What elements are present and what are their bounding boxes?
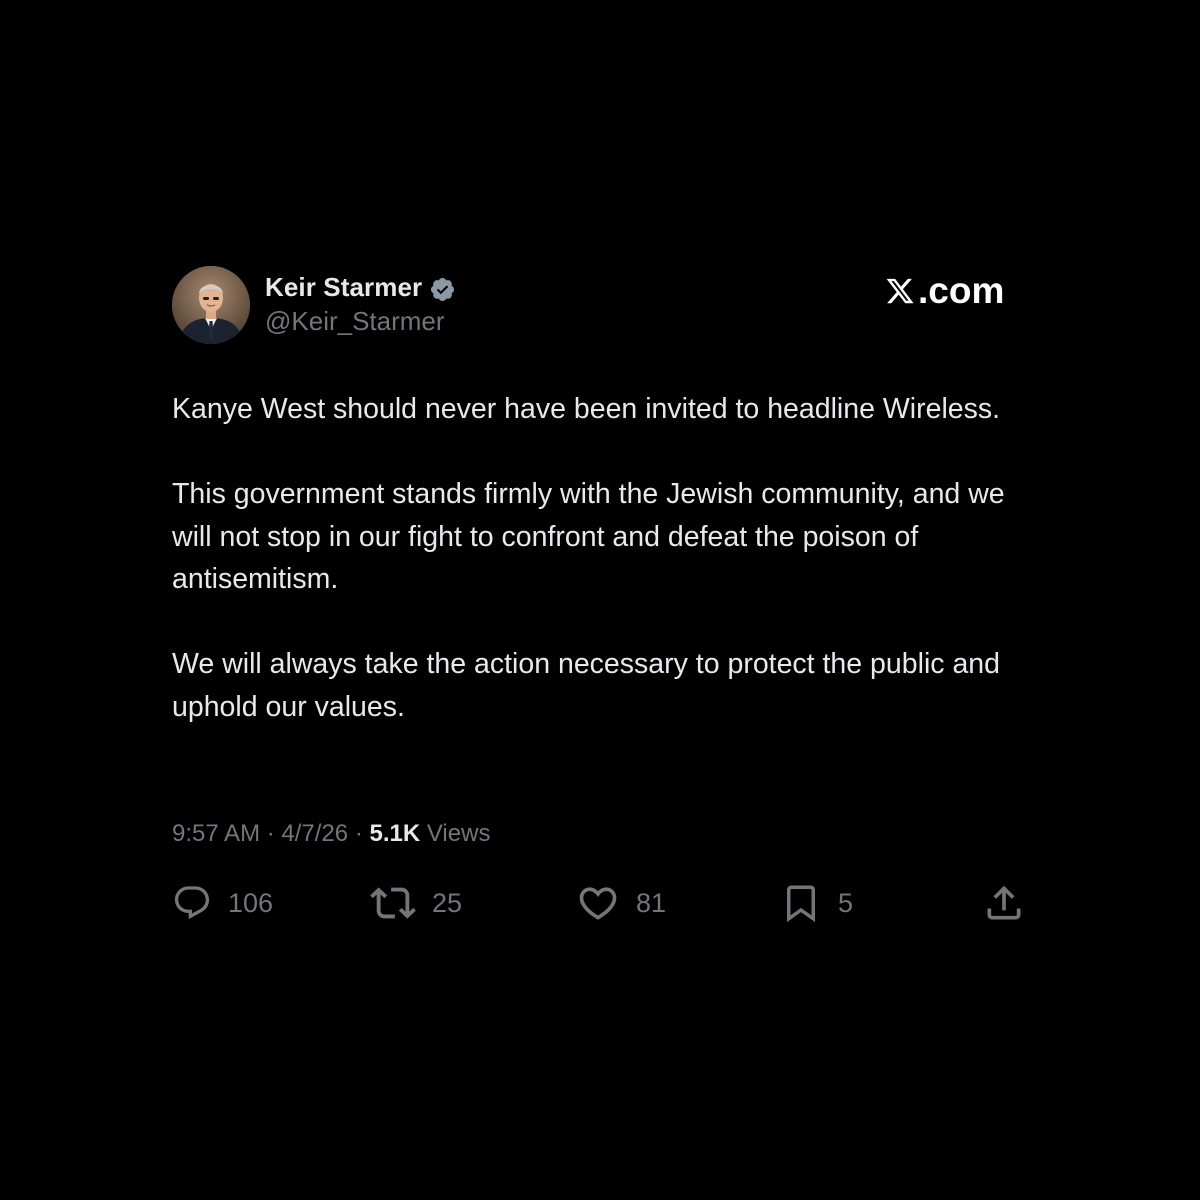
- repost-button[interactable]: 25: [370, 878, 462, 928]
- reply-count: 106: [228, 887, 274, 918]
- avatar-portrait: [172, 266, 250, 344]
- tweet-paragraph: This government stands firmly with the J…: [172, 478, 1005, 595]
- verified-badge-icon: [430, 277, 455, 302]
- tweet-paragraph: We will always take the action necessary…: [172, 648, 1000, 723]
- bookmark-icon: [787, 885, 815, 923]
- bookmark-button[interactable]: 5: [780, 878, 853, 928]
- x-logo-icon: [886, 278, 914, 304]
- like-button[interactable]: 81: [576, 878, 666, 928]
- meta-separator: ·: [266, 820, 275, 847]
- heart-icon: [579, 887, 617, 920]
- tweet-meta: 9:57 AM · 4/7/26 · 5.1K Views: [172, 820, 490, 848]
- author-name[interactable]: Keir Starmer: [265, 272, 422, 303]
- reply-button[interactable]: 106: [172, 878, 273, 928]
- repost-icon: [370, 887, 416, 919]
- tweet-card: Keir Starmer @Keir_Starmer .com Kanye We…: [0, 0, 1200, 1200]
- tweet-text: Kanye West should never have been invite…: [172, 388, 1052, 728]
- repost-count: 25: [432, 887, 463, 918]
- action-bar: 106 25 81 5: [0, 878, 1200, 928]
- avatar[interactable]: [172, 266, 250, 344]
- tweet-date[interactable]: 4/7/26: [281, 820, 348, 847]
- brand-text: .com: [918, 270, 1005, 311]
- views-count[interactable]: 5.1K: [369, 820, 420, 847]
- meta-separator: ·: [354, 820, 363, 847]
- brand-watermark: .com: [884, 268, 1004, 314]
- reply-icon: [174, 886, 210, 920]
- views-label: Views: [426, 820, 491, 847]
- tweet-time[interactable]: 9:57 AM: [172, 820, 260, 847]
- tweet-paragraph: Kanye West should never have been invite…: [172, 393, 1001, 425]
- like-count: 81: [636, 887, 667, 918]
- share-button[interactable]: [982, 878, 1026, 928]
- bookmark-count: 5: [838, 887, 854, 918]
- author-handle[interactable]: @Keir_Starmer: [265, 306, 445, 337]
- share-icon: [987, 885, 1021, 920]
